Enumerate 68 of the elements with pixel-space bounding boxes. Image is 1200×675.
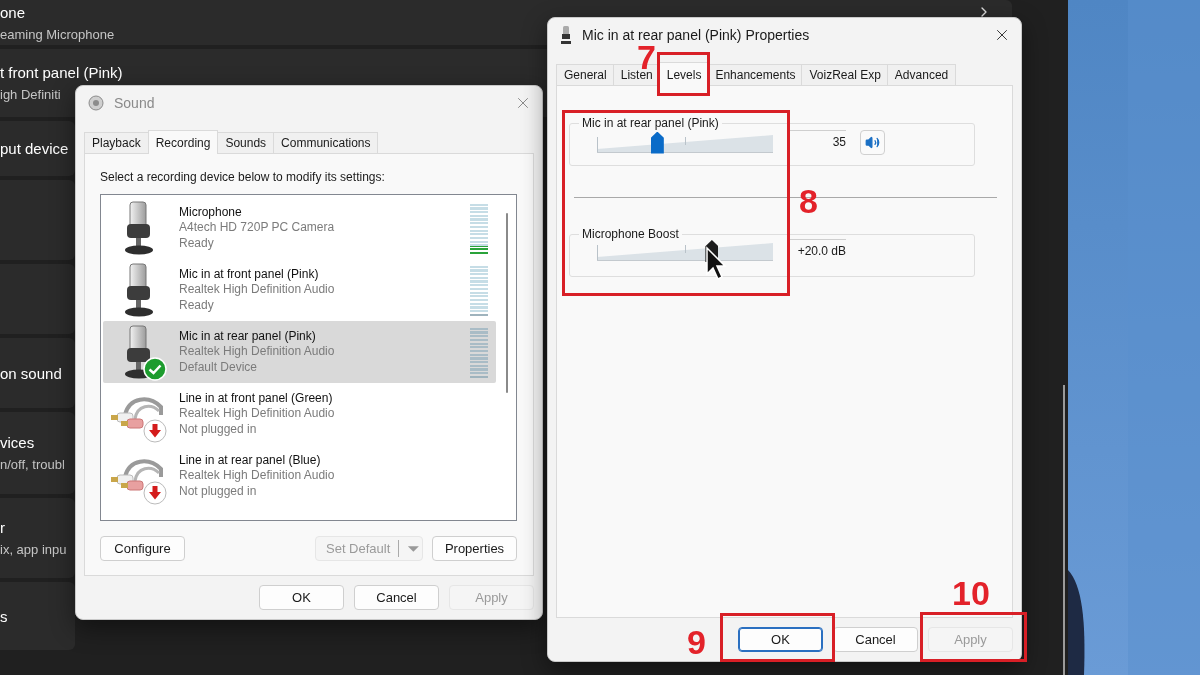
setting-description: igh Definiti [0, 87, 61, 102]
microphone-icon [560, 25, 572, 44]
dialog-button[interactable]: Cancel [354, 585, 439, 610]
scrollbar-thumb[interactable] [506, 213, 508, 393]
device-name: Line in at front panel (Green) [179, 390, 333, 407]
tab[interactable]: VoizReal Exp [801, 64, 889, 85]
setting-title: put device [0, 140, 69, 157]
device-driver: Realtek High Definition Audio [179, 468, 335, 484]
setting-title: s [0, 607, 8, 625]
device-status: Ready [179, 235, 214, 252]
setting-title: r [0, 519, 5, 536]
device-row[interactable]: Microphone A4tech HD 720P PC Camera Ready [103, 197, 496, 259]
setting-title: t front panel (Pink) [0, 64, 123, 81]
settings-card[interactable]: s [0, 582, 75, 650]
tab[interactable]: Advanced [886, 64, 957, 85]
tab[interactable]: General [556, 64, 615, 85]
tab[interactable]: Communications [273, 132, 379, 153]
dialog-button[interactable]: OK [738, 627, 823, 652]
setting-title: one [0, 3, 26, 21]
caret-icon [407, 544, 420, 553]
window-title: Mic in at rear panel (Pink) Properties [582, 26, 811, 43]
device-name: Microphone [179, 204, 242, 221]
tab[interactable]: Recording [147, 130, 219, 154]
speaker-icon [865, 135, 880, 150]
device-driver: A4tech HD 720P PC Camera [179, 220, 335, 236]
device-name: Mic in at front panel (Pink) [179, 266, 319, 283]
window-title: Sound [114, 94, 156, 111]
level-reading: 35 [790, 130, 846, 149]
dialog-button[interactable]: OK [259, 585, 344, 610]
slider-thumb[interactable] [650, 131, 664, 154]
setting-description: ix, app inpu [0, 542, 67, 557]
device-driver: Realtek High Definition Audio [179, 282, 335, 298]
settings-card[interactable]: r ix, app inpu [0, 498, 75, 578]
device-status: Not plugged in [179, 483, 257, 500]
highlight-frame [656, 52, 711, 96]
device-status: Ready [179, 297, 214, 314]
device-status: Not plugged in [179, 421, 257, 438]
setting-description: eaming Microphone [0, 26, 115, 42]
tab[interactable]: Levels [658, 62, 710, 86]
step-number: 8 [799, 184, 818, 218]
group-label: Microphone Boost [581, 227, 680, 241]
mute-button[interactable] [860, 130, 885, 155]
setting-title: vices [0, 434, 35, 451]
device-status: Default Device [179, 359, 258, 376]
dialog-button[interactable]: Configure [100, 536, 185, 561]
device-row[interactable]: Mic in at rear panel (Pink) Realtek High Definition Audio Default Device [103, 321, 496, 383]
settings-card[interactable]: put device [0, 121, 75, 176]
setting-description: n/off, troubl [0, 457, 65, 472]
device-driver: Realtek High Definition Audio [179, 406, 335, 422]
device-driver: Realtek High Definition Audio [179, 344, 335, 360]
device-row[interactable]: Line in at rear panel (Blue) Realtek High Definition Audio Not plugged in [103, 445, 496, 507]
step-number: 9 [687, 625, 706, 659]
step-number: 10 [952, 576, 990, 610]
speaker-icon [88, 94, 104, 111]
settings-card[interactable]: vices n/off, troubl [0, 412, 75, 494]
dialog-button[interactable]: Properties [432, 536, 517, 561]
tab[interactable]: Playback [84, 132, 149, 153]
device-row[interactable]: Mic in at front panel (Pink) Realtek High Definition Audio Ready [103, 259, 496, 321]
scrollbar-thumb[interactable] [1063, 385, 1065, 675]
dialog-button[interactable]: Cancel [833, 627, 918, 652]
level-reading: +20.0 dB [790, 238, 846, 258]
group-label: Mic in at rear panel (Pink) [581, 116, 720, 130]
setting-title: on sound [0, 364, 62, 382]
instruction-text: Select a recording device below to modify its settings: [100, 170, 385, 184]
device-name: Line in at rear panel (Blue) [179, 452, 321, 469]
device-name: Mic in at rear panel (Pink) [179, 328, 316, 345]
device-row[interactable]: Line in at front panel (Green) Realtek High Definition Audio Not plugged in [103, 383, 496, 445]
settings-card[interactable]: on sound [0, 338, 75, 408]
